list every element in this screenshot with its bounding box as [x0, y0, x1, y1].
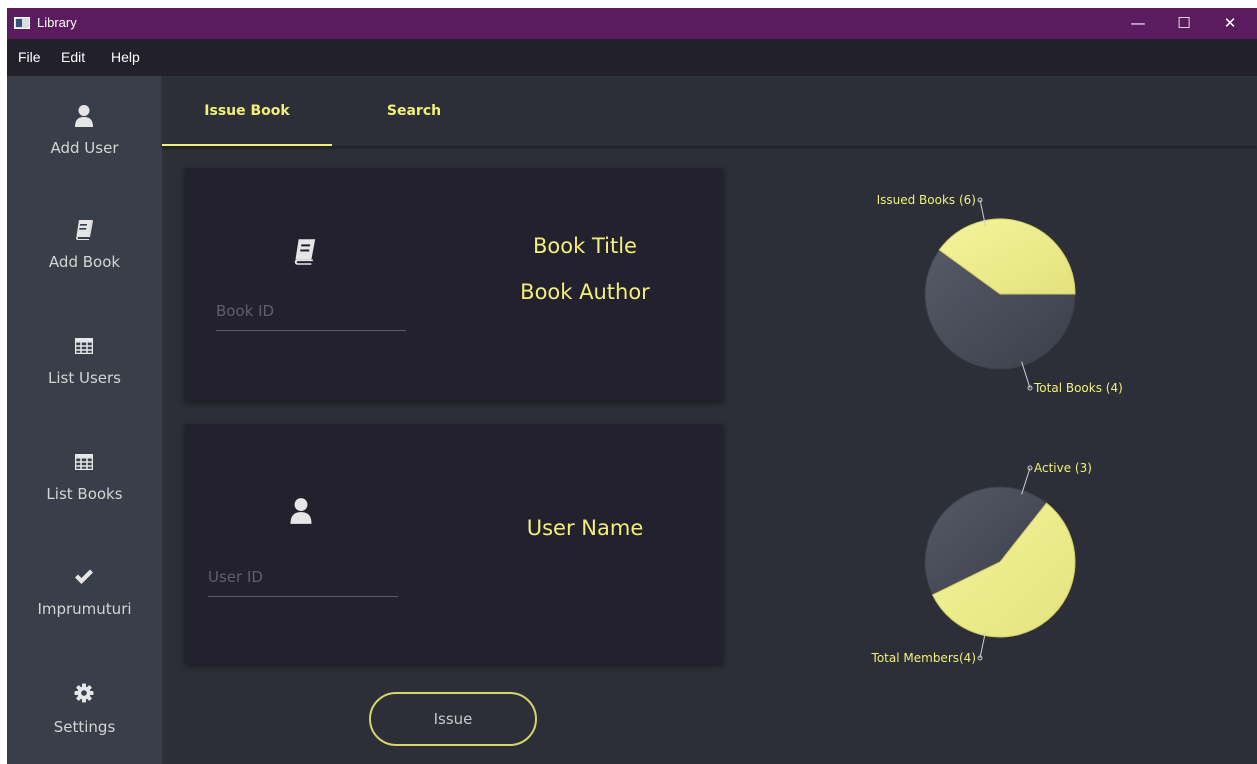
sidebar-item-imprumuturi[interactable]: Imprumuturi [7, 564, 162, 664]
tab-issue-book[interactable]: Issue Book [162, 76, 332, 146]
app-icon [14, 17, 30, 29]
user-info-card: User Name [185, 424, 723, 664]
check-icon [71, 564, 97, 590]
sidebar-item-label: Settings [53, 718, 116, 736]
sidebar-item-label: Add Book [48, 253, 121, 271]
tab-label: Search [386, 103, 442, 119]
tab-bar: Issue Book Search [162, 76, 1257, 146]
sidebar-item-add-user[interactable]: Add User [7, 103, 162, 203]
user-icon [71, 103, 97, 129]
menu-help[interactable]: Help [111, 49, 140, 65]
minimize-button[interactable]: — [1115, 8, 1161, 39]
book-title-label: Book Title [533, 234, 637, 258]
user-id-input[interactable] [208, 562, 398, 592]
gear-icon [71, 680, 97, 706]
pie-label: Active (3) [1034, 461, 1092, 475]
table-icon [71, 333, 97, 359]
sidebar-item-add-book[interactable]: Add Book [7, 217, 162, 317]
sidebar-item-list-books[interactable]: List Books [7, 449, 162, 549]
close-button[interactable]: ✕ [1207, 8, 1253, 39]
pie-label: Total Members(4) [871, 651, 976, 665]
title-bar: Library — ☐ ✕ [7, 8, 1257, 39]
menu-bar: File Edit Help [7, 39, 1257, 76]
tab-label: Issue Book [204, 103, 290, 119]
active-tab-indicator [162, 144, 332, 146]
table-icon [71, 449, 97, 475]
book-author-label: Book Author [520, 280, 650, 304]
sidebar: Add User Add Book List Users List Books … [7, 76, 162, 764]
book-icon [71, 217, 97, 243]
issue-button[interactable]: Issue [369, 692, 537, 746]
sidebar-item-label: List Users [48, 369, 121, 387]
book-info-card: Book Title Book Author [185, 168, 723, 401]
tab-search[interactable]: Search [329, 76, 499, 146]
menu-file[interactable]: File [18, 49, 41, 65]
window-title: Library [37, 15, 77, 30]
sidebar-item-label: List Books [46, 485, 123, 503]
sidebar-item-label: Imprumuturi [37, 600, 132, 618]
app-window: Library — ☐ ✕ File Edit Help Add User Ad… [7, 8, 1257, 764]
user-id-field[interactable] [208, 562, 398, 597]
pie-leader-line [1021, 361, 1031, 389]
menu-edit[interactable]: Edit [61, 49, 85, 65]
user-name-label: User Name [526, 516, 644, 540]
book-icon [293, 238, 317, 270]
sidebar-item-settings[interactable]: Settings [7, 680, 162, 764]
sidebar-item-label: Add User [50, 139, 119, 157]
pie-label: Total Books (4) [1033, 381, 1123, 395]
stats-charts: Issued Books (6) Total Books (4) Active (3… [871, 193, 1123, 665]
maximize-button[interactable]: ☐ [1161, 8, 1207, 39]
pie-leader-line [1021, 467, 1031, 495]
sidebar-item-list-users[interactable]: List Users [7, 333, 162, 433]
user-icon [289, 497, 313, 529]
book-id-field[interactable] [216, 296, 406, 331]
book-id-input[interactable] [216, 296, 406, 326]
pie-label: Issued Books (6) [877, 193, 976, 207]
